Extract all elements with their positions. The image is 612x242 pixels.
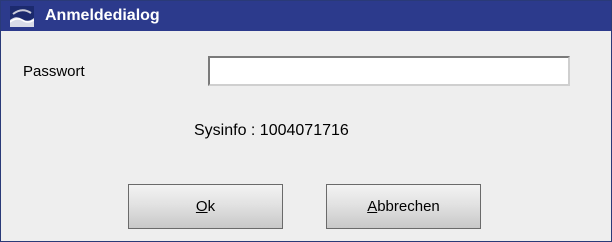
- window-title: Anmeldedialog: [45, 7, 160, 24]
- login-dialog: Anmeldedialog Passwort Sysinfo : 1004071…: [0, 0, 612, 242]
- cancel-button[interactable]: Abbrechen: [326, 184, 481, 229]
- ok-button[interactable]: Ok: [128, 184, 283, 229]
- ok-mnemonic: O: [195, 198, 208, 215]
- password-input[interactable]: [208, 56, 570, 86]
- sysinfo-text: Sysinfo : 1004071716: [194, 122, 349, 139]
- app-logo-icon: [10, 6, 34, 27]
- title-bar: Anmeldedialog: [1, 1, 611, 31]
- cancel-label-rest: bbrechen: [377, 198, 440, 215]
- ok-label-rest: k: [207, 198, 216, 215]
- cancel-mnemonic: A: [367, 198, 378, 215]
- password-label: Passwort: [23, 63, 85, 80]
